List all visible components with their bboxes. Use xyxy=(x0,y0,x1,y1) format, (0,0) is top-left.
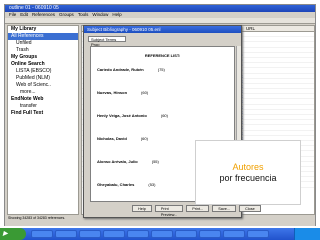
list-item: Alonso Arévalo, Julio (55) xyxy=(97,159,159,164)
caption-overlay: Autores por frecuencia xyxy=(195,140,301,205)
groups-pane: My Library All References Unfiled Trash … xyxy=(7,25,79,215)
endnote-web-transfer[interactable]: transfer xyxy=(8,103,78,110)
list-item: Henly Veiga, José Antonio (60) xyxy=(97,113,168,118)
system-tray xyxy=(294,228,320,240)
print-preview-button[interactable]: Print Preview... xyxy=(154,205,184,217)
taskbar-button[interactable] xyxy=(223,230,245,238)
group-my-library[interactable]: My Library xyxy=(8,26,78,33)
online-pubmed[interactable]: PubMed (NLM) xyxy=(8,75,78,82)
help-button[interactable]: Help xyxy=(132,205,152,212)
taskbar-button[interactable] xyxy=(151,230,173,238)
caption-line-2: por frecuencia xyxy=(219,173,277,183)
print-button[interactable]: Print... xyxy=(186,205,210,212)
list-item: Gheyabalu, Charles (53) xyxy=(97,182,156,187)
group-find-full-text[interactable]: Find Full Text xyxy=(8,110,78,117)
group-all-references[interactable]: All References xyxy=(8,33,78,40)
taskbar-button[interactable] xyxy=(175,230,197,238)
save-button[interactable]: Save... xyxy=(212,205,237,212)
reference-list-heading: REFERENCE LIST: xyxy=(144,53,181,58)
list-item: Nicholas, David (60) xyxy=(97,136,148,141)
list-item: Cariedo Andrade, Rubén (75) xyxy=(97,67,165,72)
taskbar-button[interactable] xyxy=(31,230,53,238)
group-online-search[interactable]: Online Search xyxy=(8,61,78,68)
taskbar-button[interactable] xyxy=(247,230,269,238)
group-endnote-web[interactable]: EndNote Web xyxy=(8,96,78,103)
taskbar: ▶ xyxy=(0,228,320,240)
list-item: Nuevas, Hinson (60) xyxy=(97,90,149,95)
group-unfiled[interactable]: Unfiled xyxy=(8,40,78,47)
online-more[interactable]: more... xyxy=(8,89,78,96)
dialog-toolbar: Subject Terms Prop xyxy=(88,36,238,47)
taskbar-button[interactable] xyxy=(55,230,77,238)
taskbar-button[interactable] xyxy=(79,230,101,238)
taskbar-buttons xyxy=(31,230,269,238)
group-my-groups[interactable]: My Groups xyxy=(8,54,78,61)
close-button[interactable]: Close xyxy=(239,205,261,212)
start-button[interactable]: ▶ xyxy=(0,228,26,240)
dialog-buttons: Help Print Preview... Print... Save... C… xyxy=(132,205,261,217)
caption-line-1: Autores xyxy=(232,162,264,172)
group-trash[interactable]: Trash xyxy=(8,47,78,54)
dialog-title: Subject Bibliography - 060910 05.enl xyxy=(84,26,241,33)
output-style-select[interactable]: Subject Terms Prop xyxy=(88,36,126,47)
window-title: outline 01 - 060910 05 xyxy=(5,5,315,12)
toolbar xyxy=(5,18,315,24)
online-web-of-science[interactable]: Web of Scienc.. xyxy=(8,82,78,89)
online-lista[interactable]: LISTA (EBSCO) xyxy=(8,68,78,75)
taskbar-button[interactable] xyxy=(103,230,125,238)
taskbar-button[interactable] xyxy=(199,230,221,238)
taskbar-button[interactable] xyxy=(127,230,149,238)
